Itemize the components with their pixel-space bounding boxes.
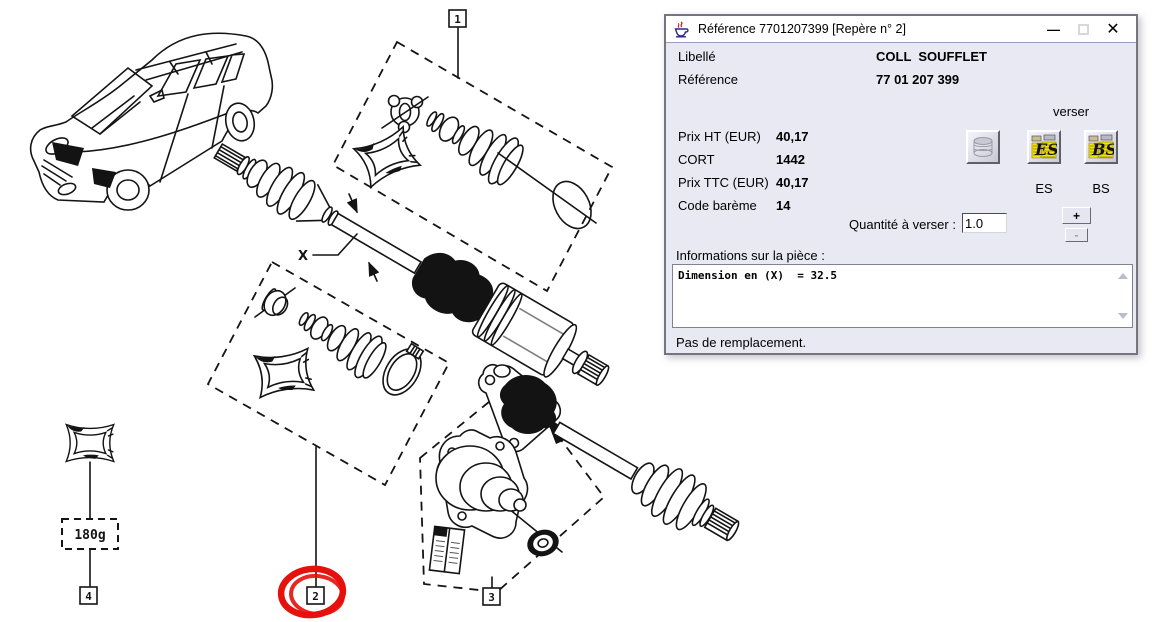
maximize-icon: [1078, 24, 1089, 35]
driveshaft-right-illustration: [542, 404, 749, 557]
code-bareme-value: 14: [776, 198, 790, 213]
kit3-instruction-booklet: [429, 526, 464, 573]
callout-1[interactable]: 1: [449, 10, 466, 27]
reference-dialog: Référence 7701207399 [Repère n° 2] — ✕ L…: [664, 14, 1138, 355]
scroll-down-icon[interactable]: [1118, 313, 1128, 319]
verser-section-label: verser: [1053, 104, 1089, 119]
dialog-title: Référence 7701207399 [Repère n° 2]: [698, 22, 906, 36]
piece-info-label: Informations sur la pièce :: [676, 248, 825, 263]
weight-box: 180g: [62, 519, 118, 549]
callout-4[interactable]: 4: [80, 587, 97, 604]
prix-ttc-label: Prix TTC (EUR): [678, 175, 769, 190]
callout-1-label: 1: [454, 13, 461, 26]
kit1-spider-joint: [382, 96, 428, 133]
callout-3-label: 3: [488, 591, 495, 604]
kit1-grease-packet: [354, 127, 420, 187]
kit3-seal-ring: [524, 526, 562, 561]
piece-info-textarea[interactable]: Dimension en (X) = 32.5: [672, 264, 1133, 328]
quantity-minus-button[interactable]: -: [1065, 228, 1088, 242]
minimize-button[interactable]: —: [1038, 18, 1068, 40]
piece-info-content: Dimension en (X) = 32.5: [678, 269, 837, 282]
quantity-input[interactable]: [962, 213, 1007, 233]
verser-disabled-button[interactable]: [966, 130, 1000, 164]
close-button[interactable]: ✕: [1098, 18, 1128, 40]
callout-2[interactable]: 2: [307, 587, 324, 604]
dimension-x-label: X: [298, 249, 308, 264]
cort-label: CORT: [678, 152, 715, 167]
callout-3[interactable]: 3: [483, 588, 500, 605]
grease-packet-item4: [66, 425, 114, 462]
svg-text:BS: BS: [1091, 140, 1114, 159]
bs-icon: BS: [1088, 134, 1114, 160]
replacement-status: Pas de remplacement.: [676, 335, 806, 350]
callout-lines: [90, 28, 492, 588]
code-bareme-label: Code barème: [678, 198, 757, 213]
reference-label: Référence: [678, 72, 738, 87]
dialog-titlebar[interactable]: Référence 7701207399 [Repère n° 2] — ✕: [666, 16, 1136, 43]
libelle-label: Libellé: [678, 49, 716, 64]
callout-2-label: 2: [312, 590, 319, 603]
svg-text:ES: ES: [1034, 140, 1057, 159]
libelle-value: COLL SOUFFLET: [876, 49, 987, 64]
coins-disabled-icon: [970, 134, 996, 160]
prix-ttc-value: 40,17: [776, 175, 809, 190]
weight-label: 180g: [74, 528, 105, 543]
cort-value: 1442: [776, 152, 805, 167]
quantity-label: Quantité à verser :: [849, 217, 956, 232]
maximize-button[interactable]: [1068, 18, 1098, 40]
reference-value: 77 01 207 399: [876, 72, 959, 87]
bs-label: BS: [1084, 181, 1118, 196]
application-window: X 180g 1 2 3 4: [0, 0, 1152, 622]
vehicle-illustration: [31, 33, 273, 210]
verser-es-button[interactable]: ES: [1027, 130, 1061, 164]
kit2-cap: [255, 286, 295, 320]
callout-4-label: 4: [85, 590, 92, 603]
quantity-plus-button[interactable]: +: [1062, 207, 1091, 224]
java-coffee-icon: [673, 21, 690, 38]
prix-ht-value: 40,17: [776, 129, 809, 144]
prix-ht-label: Prix HT (EUR): [678, 129, 761, 144]
kit2-grease-packet: [254, 348, 313, 397]
scroll-up-icon[interactable]: [1118, 273, 1128, 279]
verser-bs-button[interactable]: BS: [1084, 130, 1118, 164]
es-icon: ES: [1031, 134, 1057, 160]
es-label: ES: [1027, 181, 1061, 196]
kit-box-2-outline: [208, 262, 449, 485]
